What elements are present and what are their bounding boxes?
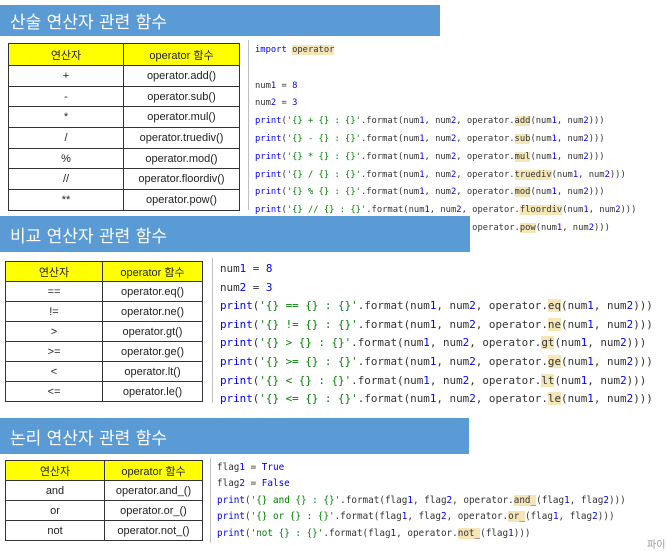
table-cell-function: operator.truediv() [123,127,240,149]
divider [248,40,249,210]
table-cell-operator: % [8,147,124,170]
section-banner-arithmetic: 산술 연산자 관련 함수 [0,5,440,36]
code-line: print('{} > {} : {}'.format(num1, num2, … [220,336,647,350]
code-block-comparison: num1 = 8 num2 = 3 print('{} == {} : {}'.fo… [220,260,653,409]
section-banner-logical: 논리 연산자 관련 함수 [0,418,469,454]
operator-table-logical: 연산자 operator 함수 and operator.and_() or ope… [5,460,203,541]
table-cell-operator: // [8,168,124,191]
code-line: flag2 = False [217,478,290,490]
code-line: print('{} or {} : {}'.format(flag1, flag… [217,511,615,523]
table-cell-function: operator.sub() [123,85,240,108]
table-header-function: operator 함수 [104,460,203,481]
code-line: print('{} and {} : {}'.format(flag1, fla… [217,494,626,506]
table-cell-function: operator.gt() [102,321,203,342]
table-cell-function: operator.lt() [102,361,203,382]
section-title: 비교 연산자 관련 함수 [10,226,167,247]
code-line: num1 = 8 [220,262,273,275]
code-line: print('{} + {} : {}'.format(num1, num2, … [255,116,605,127]
table-cell-function: operator.ge() [102,341,203,362]
code-line: print('{} * {} : {}'.format(num1, num2, … [255,151,605,162]
code-block-logical: flag1 = True flag2 = False print('{} and {… [217,460,626,542]
table-cell-function: operator.add() [123,65,240,87]
code-line: flag1 = True [217,462,285,473]
table-cell-operator: not [5,520,105,541]
table-cell-function: operator.floordiv() [123,168,240,191]
code-line: print('{} < {} : {}'.format(num1, num2, … [220,373,647,387]
code-line: num1 = 8 [255,80,298,91]
table-cell-operator: and [5,480,105,501]
operator-table-arithmetic: 연산자 operator 함수 + operator.add() - operato… [8,43,240,211]
divider [210,458,211,543]
table-cell-operator: <= [5,381,103,402]
code-line: print('not {} : {}'.format(flag1, operat… [217,527,531,539]
table-cell-operator: != [5,301,103,322]
table-cell-function: operator.mod() [123,147,240,170]
table-cell-function: operator.le() [102,381,203,402]
watermark: 파이 [647,540,666,551]
section-title: 논리 연산자 관련 함수 [10,428,167,449]
code-line: num2 = 3 [255,98,298,109]
table-cell-operator: / [8,127,124,149]
table-cell-operator: + [8,65,124,87]
code-line: import operator [255,45,335,55]
table-cell-operator: == [5,281,103,302]
table-header-operator: 연산자 [5,261,103,282]
table-cell-function: operator.eq() [102,281,203,302]
code-line: print('{} >= {} : {}'.format(num1, num2,… [220,354,653,368]
table-cell-function: operator.or_() [104,500,203,521]
table-header-operator: 연산자 [5,460,105,481]
table-cell-operator: * [8,106,124,129]
table-cell-function: operator.and_() [104,480,203,501]
operator-table-comparison: 연산자 operator 함수 == operator.eq() != operat… [5,261,203,402]
table-cell-function: operator.pow() [123,189,240,211]
divider [212,258,213,403]
table-cell-operator: >= [5,341,103,362]
section-title: 산술 연산자 관련 함수 [10,13,167,33]
table-header-operator: 연산자 [8,43,124,66]
table-header-function: operator 함수 [123,43,240,66]
table-cell-operator: or [5,500,105,521]
code-line: print('{} != {} : {}'.format(num1, num2,… [220,317,653,331]
table-cell-function: operator.mul() [123,106,240,129]
section-banner-comparison: 비교 연산자 관련 함수 [0,216,470,252]
code-line: print('{} <= {} : {}'.format(num1, num2,… [220,392,653,406]
table-cell-operator: - [8,85,124,108]
code-block-arithmetic: import operator num1 = 8 num2 = 3 print('{… [255,42,636,238]
code-line: print('{} / {} : {}'.format(num1, num2, … [255,169,626,180]
table-cell-function: operator.ne() [102,301,203,322]
code-line: print('{} - {} : {}'.format(num1, num2, … [255,133,605,144]
code-line: print('{} == {} : {}'.format(num1, num2,… [220,299,653,313]
table-cell-operator: ** [8,189,124,211]
table-header-function: operator 함수 [102,261,203,282]
table-cell-operator: > [5,321,103,342]
code-line: print('{} % {} : {}'.format(num1, num2, … [255,187,605,198]
table-cell-operator: < [5,361,103,382]
table-cell-function: operator.not_() [104,520,203,541]
code-line: num2 = 3 [220,280,273,294]
